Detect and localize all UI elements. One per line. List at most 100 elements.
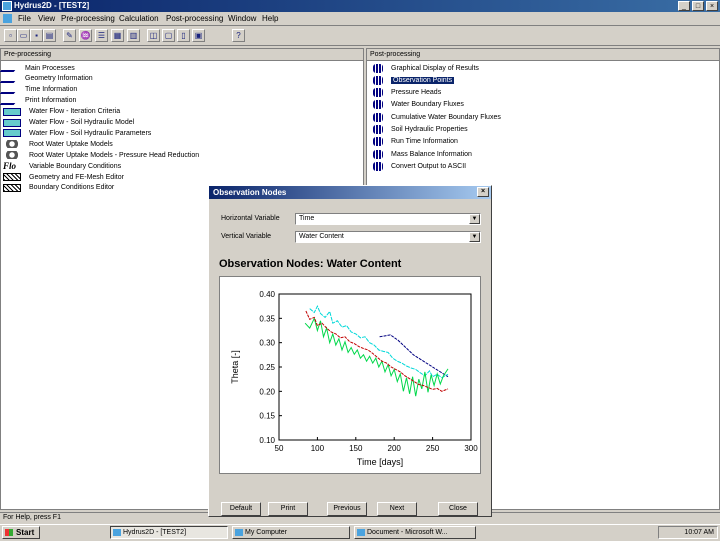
- pre-processing-item-label: Variable Boundary Conditions: [29, 162, 122, 170]
- vertical-variable-label: Vertical Variable: [221, 233, 272, 240]
- pre-processing-item[interactable]: Geometry Information: [0, 74, 93, 84]
- open-icon[interactable]: ▭: [17, 29, 30, 42]
- vertical-variable-select[interactable]: Water Content ▼: [295, 231, 481, 243]
- taskbar: Start Hydrus2D - [TEST2] My Computer Doc…: [0, 524, 720, 541]
- horizontal-variable-label: Horizontal Variable: [221, 215, 280, 222]
- grid-icon[interactable]: ◫: [147, 29, 160, 42]
- close-button[interactable]: ×: [706, 1, 718, 11]
- post-processing-item-label: Water Boundary Fluxes: [391, 101, 464, 109]
- menu-post-processing[interactable]: Post-processing: [166, 14, 223, 23]
- pre-processing-item-label: Boundary Conditions Editor: [29, 184, 115, 192]
- pre-processing-item[interactable]: Water Flow - Soil Hydraulic Model: [3, 118, 134, 128]
- post-icon[interactable]: ▥: [127, 29, 140, 42]
- post-processing-item[interactable]: Soil Hydraulic Properties: [373, 125, 468, 135]
- document-icon[interactable]: [3, 14, 12, 23]
- input-icon[interactable]: ✎: [63, 29, 76, 42]
- chevron-down-icon[interactable]: ▼: [469, 232, 480, 242]
- post-processing-item-label: Convert Output to ASCII: [391, 162, 467, 170]
- start-button[interactable]: Start: [2, 526, 40, 539]
- pre-processing-item-label: Root Water Uptake Models: [29, 140, 113, 148]
- close-dialog-button[interactable]: Close: [438, 502, 478, 516]
- observation-nodes-dialog: Observation Nodes × Horizontal Variable …: [208, 185, 492, 517]
- menu-bar: File View Pre-processing Calculation Pos…: [0, 12, 720, 26]
- about-icon[interactable]: ?: [232, 29, 245, 42]
- toolbar: ▫ ▭ ▪ ▤ ✎ ♒ ☰ ▦ ▥ ◫ ▢ ▯ ▣?: [0, 27, 720, 46]
- new-icon[interactable]: ▫: [4, 29, 17, 42]
- mesh-icon[interactable]: ▦: [111, 29, 124, 42]
- post-processing-item[interactable]: Water Boundary Fluxes: [373, 100, 464, 110]
- chevron-down-icon[interactable]: ▼: [469, 214, 480, 224]
- post-processing-item-label: Graphical Display of Results: [391, 64, 479, 72]
- post-processing-item-label: Cumulative Water Boundary Fluxes: [391, 113, 501, 121]
- post-processing-item-label: Observation Points: [391, 76, 455, 84]
- pre-processing-item[interactable]: Print Information: [0, 96, 76, 106]
- post-processing-icon: [373, 161, 383, 171]
- print-button[interactable]: Print: [268, 502, 308, 516]
- taskbar-item-hydrus[interactable]: Hydrus2D - [TEST2]: [110, 526, 228, 539]
- post-processing-icon: [373, 75, 383, 85]
- post-processing-item[interactable]: Observation Points: [373, 75, 455, 85]
- y-tick-label: 0.35: [259, 314, 275, 323]
- split-icon[interactable]: ▯: [177, 29, 190, 42]
- post-processing-icon: [373, 137, 383, 147]
- root-uptake-icon: [3, 140, 21, 149]
- pre-processing-item[interactable]: Geometry and FE-Mesh Editor: [3, 172, 124, 182]
- post-processing-item-label: Soil Hydraulic Properties: [391, 126, 468, 133]
- pre-processing-item[interactable]: Time Information: [0, 85, 77, 95]
- pre-processing-item[interactable]: Water Flow - Soil Hydraulic Parameters: [3, 128, 151, 138]
- pre-processing-item-label: Root Water Uptake Models - Pressure Head…: [29, 151, 200, 159]
- post-processing-item[interactable]: Graphical Display of Results: [373, 63, 479, 73]
- menu-help[interactable]: Help: [262, 14, 278, 23]
- flux-icon: Flo: [3, 161, 17, 172]
- menu-calculation[interactable]: Calculation: [119, 14, 159, 23]
- x-tick-label: 300: [464, 444, 478, 453]
- mesh-editor-icon: [3, 183, 21, 192]
- minimize-button[interactable]: _: [678, 1, 690, 11]
- x-tick-label: 250: [426, 444, 440, 453]
- clock: 10:07 AM: [658, 526, 718, 539]
- pre-processing-item[interactable]: Water Flow - Iteration Criteria: [3, 107, 120, 117]
- menu-view[interactable]: View: [38, 14, 55, 23]
- post-processing-item[interactable]: Pressure Heads: [373, 88, 441, 98]
- maximize-button[interactable]: □: [692, 1, 704, 11]
- menu-file[interactable]: File: [18, 14, 31, 23]
- post-processing-item[interactable]: Run Time Information: [373, 137, 458, 147]
- save-icon[interactable]: ▪: [30, 29, 43, 42]
- run-icon[interactable]: ♒: [79, 29, 92, 42]
- window-title: Hydrus2D - [TEST2]: [14, 1, 90, 10]
- y-tick-label: 0.30: [259, 339, 275, 348]
- taskbar-item-word[interactable]: Document - Microsoft W...: [354, 526, 476, 539]
- pre-processing-item[interactable]: Root Water Uptake Models - Pressure Head…: [3, 150, 199, 160]
- horizontal-variable-select[interactable]: Time ▼: [295, 213, 481, 225]
- pen-icon: [0, 96, 21, 105]
- post-processing-item[interactable]: Cumulative Water Boundary Fluxes: [373, 112, 501, 122]
- y-tick-label: 0.10: [259, 436, 275, 445]
- y-tick-label: 0.25: [259, 363, 275, 372]
- post-processing-item[interactable]: Convert Output to ASCII: [373, 161, 466, 171]
- y-tick-label: 0.40: [259, 290, 275, 299]
- help-icon[interactable]: ▣: [192, 29, 205, 42]
- dialog-close-button[interactable]: ×: [477, 187, 489, 197]
- next-button[interactable]: Next: [377, 502, 417, 516]
- window-icon[interactable]: ▢: [162, 29, 175, 42]
- pre-processing-header: Pre-processing: [1, 49, 363, 61]
- post-processing-icon: [373, 100, 383, 110]
- x-tick-label: 50: [275, 444, 284, 453]
- graph-icon[interactable]: ☰: [95, 29, 108, 42]
- menu-pre-processing[interactable]: Pre-processing: [61, 14, 115, 23]
- default-button[interactable]: Default: [221, 502, 261, 516]
- pre-processing-item[interactable]: Boundary Conditions Editor: [3, 183, 114, 193]
- post-processing-item[interactable]: Mass Balance Information: [373, 149, 472, 159]
- pen-icon: [0, 74, 21, 83]
- taskbar-item-my-computer[interactable]: My Computer: [232, 526, 350, 539]
- pre-processing-item[interactable]: Main Processes: [0, 63, 75, 73]
- previous-button[interactable]: Previous: [327, 502, 367, 516]
- root-uptake-icon: [3, 151, 21, 160]
- pre-processing-item[interactable]: Flo Variable Boundary Conditions: [3, 161, 121, 171]
- menu-window[interactable]: Window: [228, 14, 256, 23]
- title-bar: Hydrus2D - [TEST2] _ □ ×: [0, 0, 720, 12]
- print-icon[interactable]: ▤: [43, 29, 56, 42]
- x-tick-label: 100: [311, 444, 325, 453]
- chart-heading: Observation Nodes: Water Content: [219, 258, 402, 270]
- pre-processing-item[interactable]: Root Water Uptake Models: [3, 139, 113, 149]
